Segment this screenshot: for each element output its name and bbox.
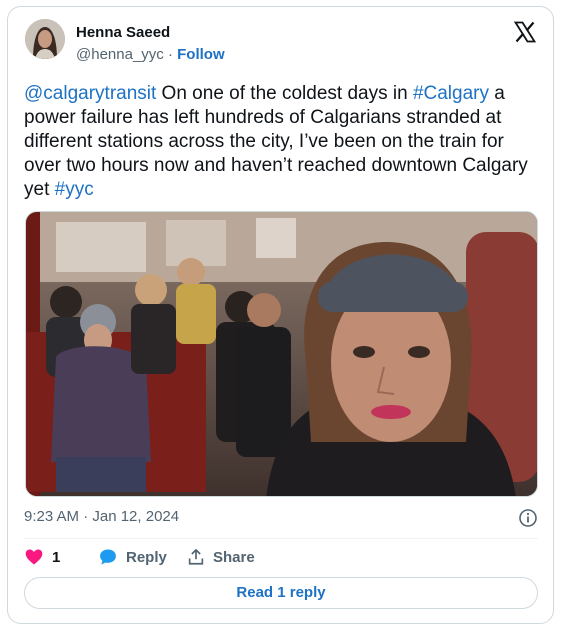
- author-handle-row: @henna_yyc · Follow: [76, 46, 225, 63]
- tweet-photo[interactable]: [25, 211, 538, 497]
- hashtag-link-yyc[interactable]: #yyc: [55, 179, 94, 200]
- mention-link[interactable]: @calgarytransit: [24, 83, 156, 104]
- info-icon[interactable]: [518, 508, 538, 528]
- reply-button[interactable]: Reply: [98, 546, 167, 568]
- tweet-text-part1: On one of the coldest days in: [156, 83, 413, 104]
- tweet-meta: 9:23 AM · Jan 12, 2024: [24, 508, 538, 528]
- share-button[interactable]: Share: [187, 546, 255, 568]
- hashtag-link-calgary[interactable]: #Calgary: [413, 83, 489, 104]
- author-name[interactable]: Henna Saeed: [76, 24, 170, 41]
- author-handle[interactable]: @henna_yyc: [76, 46, 164, 63]
- read-replies-button[interactable]: Read 1 reply: [24, 577, 538, 609]
- like-button[interactable]: 1: [24, 546, 60, 568]
- share-label: Share: [213, 548, 255, 566]
- like-count: 1: [52, 548, 61, 566]
- follow-button[interactable]: Follow: [177, 46, 225, 63]
- share-arrow-icon: [187, 548, 205, 566]
- author-avatar[interactable]: [25, 19, 65, 59]
- tweet-card: Henna Saeed @henna_yyc · Follow @calgary…: [7, 6, 554, 624]
- reply-label: Reply: [126, 548, 167, 566]
- divider: [24, 538, 538, 539]
- tweet-timestamp[interactable]: 9:23 AM · Jan 12, 2024: [24, 508, 179, 525]
- tweet-text: @calgarytransit On one of the coldest da…: [24, 82, 540, 202]
- x-logo-icon[interactable]: [513, 20, 537, 44]
- heart-icon: [24, 547, 44, 567]
- speech-bubble-icon: [98, 547, 118, 567]
- separator-dot: ·: [167, 46, 173, 63]
